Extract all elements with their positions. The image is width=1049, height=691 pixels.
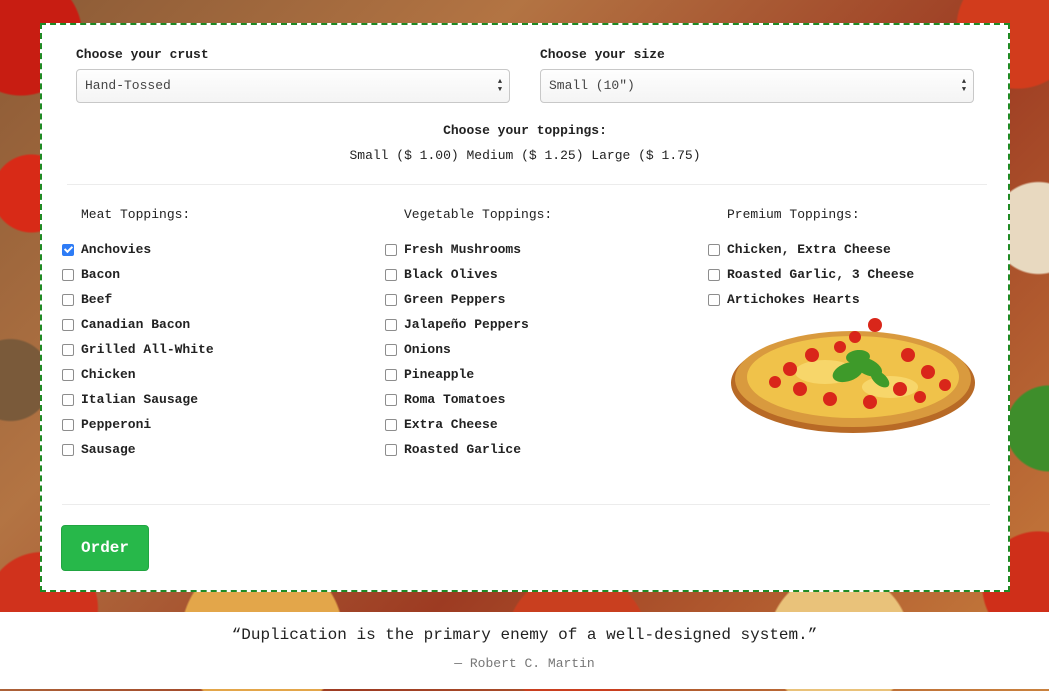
premium-topping-item[interactable]: Artichokes Hearts	[708, 287, 1028, 312]
meat-topping-label: Anchovies	[81, 242, 152, 257]
meat-topping-checkbox[interactable]	[62, 343, 74, 356]
vegetable-topping-label: Fresh Mushrooms	[404, 242, 522, 257]
meat-topping-checkbox[interactable]	[62, 293, 74, 306]
crust-select[interactable]: Hand-Tossed ▲ ▼	[76, 69, 510, 103]
premium-topping-checkbox[interactable]	[708, 293, 720, 306]
premium-topping-item[interactable]: Chicken, Extra Cheese	[708, 237, 1028, 262]
meat-topping-item[interactable]: Italian Sausage	[62, 387, 382, 412]
premium-topping-item[interactable]: Roasted Garlic, 3 Cheese	[708, 262, 1028, 287]
meat-topping-item[interactable]: Sausage	[62, 437, 382, 462]
meat-topping-item[interactable]: Pepperoni	[62, 412, 382, 437]
size-select-value: Small (10")	[549, 78, 635, 93]
vegetable-topping-label: Roasted Garlice	[404, 442, 522, 457]
meat-topping-checkbox[interactable]	[62, 393, 74, 406]
meat-topping-label: Chicken	[81, 367, 136, 382]
premium-topping-checkbox[interactable]	[708, 243, 720, 256]
toppings-header: Choose your toppings: Small ($ 1.00) Med…	[42, 123, 1008, 163]
order-button[interactable]: Order	[61, 525, 149, 571]
pizza-image	[731, 318, 975, 433]
meat-topping-label: Pepperoni	[81, 417, 152, 432]
premium-topping-label: Chicken, Extra Cheese	[727, 242, 891, 257]
size-select[interactable]: Small (10") ▲ ▼	[540, 69, 974, 103]
vegetable-topping-label: Extra Cheese	[404, 417, 498, 432]
meat-topping-item[interactable]: Beef	[62, 287, 382, 312]
vegetable-topping-label: Black Olives	[404, 267, 498, 282]
vegetable-topping-item[interactable]: Green Peppers	[385, 287, 705, 312]
meat-toppings-column: Meat Toppings: Anchovies Bacon Beef Canadia…	[62, 207, 382, 462]
vegetable-topping-item[interactable]: Black Olives	[385, 262, 705, 287]
meat-topping-checkbox[interactable]	[62, 443, 74, 456]
vegetable-topping-checkbox[interactable]	[385, 293, 397, 306]
vegetable-topping-checkbox[interactable]	[385, 343, 397, 356]
meat-topping-item[interactable]: Canadian Bacon	[62, 312, 382, 337]
meat-topping-checkbox[interactable]	[62, 418, 74, 431]
vegetable-topping-item[interactable]: Roma Tomatoes	[385, 387, 705, 412]
meat-topping-label: Italian Sausage	[81, 392, 199, 407]
quote-author: — Robert C. Martin	[454, 656, 595, 671]
vegetable-toppings-title: Vegetable Toppings:	[404, 207, 553, 222]
premium-topping-label: Roasted Garlic, 3 Cheese	[727, 267, 915, 282]
vegetable-topping-label: Onions	[404, 342, 451, 357]
quote-section: “Duplication is the primary enemy of a w…	[0, 612, 1049, 689]
select-arrows-icon: ▲ ▼	[497, 78, 503, 94]
select-arrows-icon: ▲ ▼	[961, 78, 967, 94]
toppings-title: Choose your toppings:	[443, 123, 607, 138]
vegetable-topping-item[interactable]: Jalapeño Peppers	[385, 312, 705, 337]
vegetable-topping-item[interactable]: Onions	[385, 337, 705, 362]
meat-topping-item[interactable]: Grilled All-White	[62, 337, 382, 362]
meat-topping-checkbox[interactable]	[62, 318, 74, 331]
crust-select-group: Choose your crust Hand-Tossed ▲ ▼	[76, 47, 510, 103]
vegetable-topping-item[interactable]: Pineapple	[385, 362, 705, 387]
vegetable-topping-item[interactable]: Extra Cheese	[385, 412, 705, 437]
size-label: Choose your size	[540, 47, 665, 62]
crust-label: Choose your crust	[76, 47, 209, 62]
meat-topping-label: Sausage	[81, 442, 136, 457]
meat-topping-item[interactable]: Anchovies	[62, 237, 382, 262]
quote-text: “Duplication is the primary enemy of a w…	[231, 626, 818, 644]
premium-toppings-column: Premium Toppings: Chicken, Extra Cheese R…	[708, 207, 1028, 312]
meat-topping-item[interactable]: Bacon	[62, 262, 382, 287]
vegetable-topping-item[interactable]: Roasted Garlice	[385, 437, 705, 462]
vegetable-topping-checkbox[interactable]	[385, 393, 397, 406]
vegetable-topping-item[interactable]: Fresh Mushrooms	[385, 237, 705, 262]
vegetable-topping-checkbox[interactable]	[385, 443, 397, 456]
meat-toppings-title: Meat Toppings:	[81, 207, 191, 222]
toppings-prices: Small ($ 1.00) Medium ($ 1.25) Large ($ …	[349, 148, 701, 163]
meat-topping-label: Beef	[81, 292, 113, 307]
vegetable-topping-checkbox[interactable]	[385, 268, 397, 281]
vegetable-topping-label: Jalapeño Peppers	[404, 317, 529, 332]
premium-topping-checkbox[interactable]	[708, 268, 720, 281]
divider	[62, 504, 990, 505]
premium-topping-label: Artichokes Hearts	[727, 292, 860, 307]
vegetable-topping-checkbox[interactable]	[385, 318, 397, 331]
vegetable-topping-checkbox[interactable]	[385, 418, 397, 431]
meat-topping-item[interactable]: Chicken	[62, 362, 382, 387]
vegetable-topping-label: Pineapple	[404, 367, 475, 382]
meat-topping-checkbox[interactable]	[62, 368, 74, 381]
crust-select-value: Hand-Tossed	[85, 78, 171, 93]
order-form-card: Choose your crust Hand-Tossed ▲ ▼ Choose …	[40, 23, 1010, 592]
meat-topping-label: Canadian Bacon	[81, 317, 191, 332]
size-select-group: Choose your size Small (10") ▲ ▼	[540, 47, 974, 103]
vegetable-topping-label: Roma Tomatoes	[404, 392, 506, 407]
vegetable-topping-checkbox[interactable]	[385, 243, 397, 256]
vegetable-topping-checkbox[interactable]	[385, 368, 397, 381]
premium-toppings-title: Premium Toppings:	[727, 207, 860, 222]
meat-topping-label: Grilled All-White	[81, 342, 214, 357]
divider	[67, 184, 987, 185]
vegetable-topping-label: Green Peppers	[404, 292, 506, 307]
meat-topping-checkbox[interactable]	[62, 268, 74, 281]
vegetable-toppings-column: Vegetable Toppings: Fresh Mushrooms Black…	[385, 207, 705, 462]
meat-topping-label: Bacon	[81, 267, 121, 282]
meat-topping-checkbox[interactable]	[62, 243, 74, 256]
